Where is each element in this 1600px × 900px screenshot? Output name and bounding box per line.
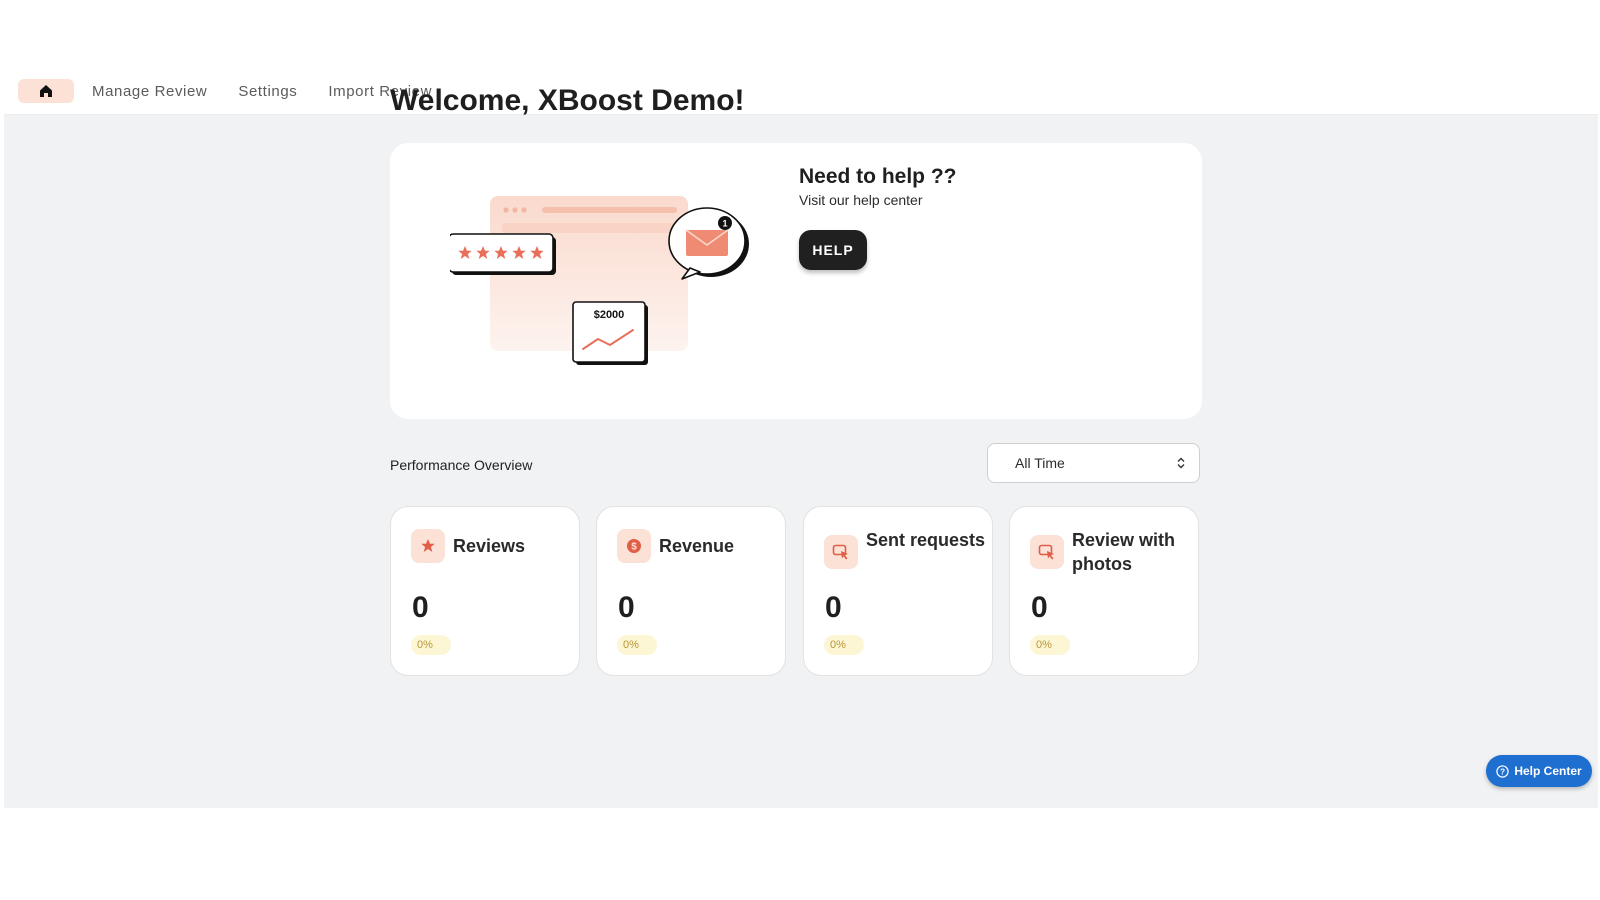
help-center-label: Help Center (1514, 764, 1582, 778)
stat-value: 0 (618, 591, 635, 624)
stat-card-review-with-photos: Review with photos 0 0% (1009, 506, 1199, 676)
stat-change-badge: 0% (824, 635, 864, 655)
help-subtitle: Visit our help center (799, 192, 923, 208)
stat-card-reviews: Reviews 0 0% (390, 506, 580, 676)
cursor-click-icon (824, 535, 858, 569)
svg-text:$: $ (631, 542, 637, 553)
revenue-card-graphic: $2000 (572, 301, 648, 365)
stat-change-badge: 0% (411, 635, 451, 655)
nav-home-tab[interactable] (18, 79, 74, 103)
stat-card-sent-requests: Sent requests 0 0% (803, 506, 993, 676)
stat-change-badge: 0% (1030, 635, 1070, 655)
time-range-value: All Time (1015, 455, 1065, 471)
stat-value: 0 (825, 591, 842, 624)
rating-card-graphic (450, 233, 556, 275)
notification-count: 1 (722, 219, 727, 229)
nav-settings[interactable]: Settings (238, 83, 297, 100)
page-title: Welcome, XBoost Demo! (390, 84, 745, 117)
help-center-button[interactable]: ? Help Center (1486, 755, 1592, 787)
top-navigation: Manage Review Settings Import Review (4, 68, 1598, 115)
stat-value: 0 (412, 591, 429, 624)
home-icon (40, 85, 52, 97)
stat-title: Review with photos (1072, 530, 1176, 574)
question-circle-icon: ? (1496, 764, 1509, 778)
stat-value: 0 (1031, 591, 1048, 624)
svg-text:?: ? (1500, 766, 1505, 776)
help-text-block: Need to help ?? Visit our help center HE… (799, 165, 957, 270)
help-button[interactable]: HELP (799, 230, 867, 270)
performance-overview-title: Performance Overview (390, 457, 533, 473)
help-title: Need to help ?? (799, 165, 957, 188)
star-icon (411, 529, 445, 563)
help-illustration: 1 $2000 (450, 196, 749, 365)
stat-title: Revenue (659, 536, 735, 556)
revenue-amount-label: $2000 (594, 309, 625, 321)
dollar-icon: $ (617, 529, 651, 563)
nav-manage-review[interactable]: Manage Review (92, 83, 207, 100)
help-card: 1 $2000 Need to help ?? Visit our help c… (390, 143, 1202, 419)
cursor-click-icon (1030, 535, 1064, 569)
time-range-select[interactable]: All Time (987, 443, 1200, 483)
stat-title: Reviews (453, 536, 526, 556)
chevron-up-down-icon (1177, 457, 1185, 469)
stat-card-revenue: $ Revenue 0 0% (596, 506, 786, 676)
stat-title: Sent requests (866, 530, 986, 550)
stat-change-badge: 0% (617, 635, 657, 655)
